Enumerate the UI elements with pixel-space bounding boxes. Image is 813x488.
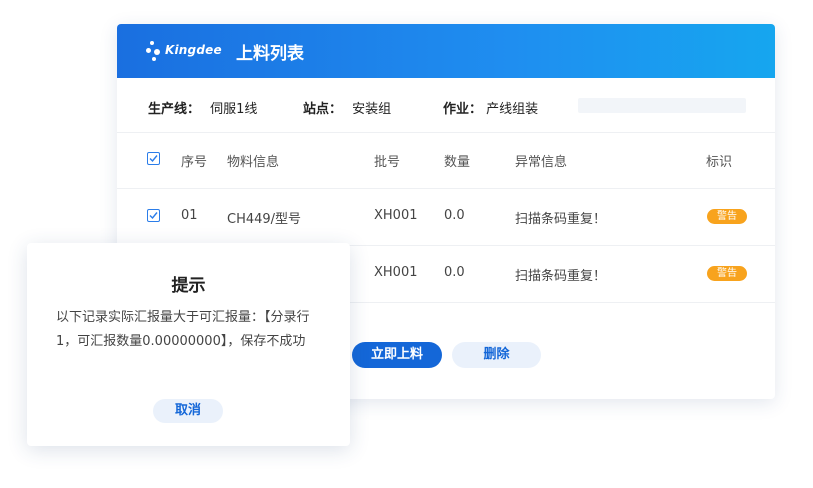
- row-checkbox[interactable]: [147, 209, 160, 222]
- job-label: 作业：: [443, 102, 483, 117]
- row-error: 扫描条码重复！: [515, 269, 607, 284]
- brand-name: Kingdee: [165, 43, 222, 57]
- production-line-filter: 生产线： 伺服1线: [148, 98, 257, 117]
- dialog-message: 以下记录实际汇报量大于可汇报量：【分录行1，可汇报数量0.00000000】，保…: [56, 310, 310, 349]
- warning-badge: 警告: [707, 266, 747, 281]
- table-header: 序号 物料信息 批号 数量 异常信息 标识: [117, 132, 775, 189]
- page-title: 上料列表: [236, 44, 304, 64]
- logo-dot: [146, 48, 151, 53]
- filter-bar: 生产线： 伺服1线 站点： 安装组 作业： 产线组装: [117, 78, 775, 133]
- production-line-label: 生产线：: [148, 102, 201, 117]
- row-seq: 01: [181, 208, 198, 223]
- column-header: 数量: [444, 155, 471, 170]
- alert-dialog: 提示 以下记录实际汇报量大于可汇报量：【分录行1，可汇报数量0.00000000…: [27, 243, 350, 446]
- search-input[interactable]: [578, 98, 746, 113]
- station-label: 站点：: [303, 102, 343, 117]
- row-material: CH449/型号: [227, 212, 302, 227]
- logo-dot: [154, 49, 160, 55]
- column-header: 标识: [706, 155, 733, 170]
- row-qty: 0.0: [444, 265, 465, 280]
- row-batch: XH001: [374, 265, 418, 280]
- load-now-button[interactable]: 立即上料: [352, 342, 442, 368]
- row-batch: XH001: [374, 208, 418, 223]
- column-header: 批号: [374, 155, 401, 170]
- cancel-button[interactable]: 取消: [153, 399, 223, 423]
- column-header: 异常信息: [515, 155, 568, 170]
- logo-dot: [150, 41, 154, 45]
- dialog-title: 提示: [171, 276, 206, 296]
- column-header: 序号: [181, 155, 208, 170]
- row-error: 扫描条码重复！: [515, 212, 607, 227]
- row-qty: 0.0: [444, 208, 465, 223]
- check-icon: [149, 155, 158, 163]
- check-icon: [149, 212, 158, 220]
- delete-button[interactable]: 删除: [452, 342, 541, 368]
- production-line-value: 伺服1线: [210, 102, 258, 117]
- job-value: 产线组装: [486, 102, 539, 117]
- card-header: Kingdee 上料列表: [117, 24, 775, 78]
- warning-badge: 警告: [707, 209, 747, 224]
- station-filter: 站点： 安装组: [303, 98, 391, 117]
- kingdee-logo: Kingdee: [146, 39, 226, 63]
- select-all-checkbox[interactable]: [147, 152, 160, 165]
- station-value: 安装组: [352, 102, 392, 117]
- logo-dot: [152, 57, 156, 61]
- table-row[interactable]: 01 CH449/型号 XH001 0.0 扫描条码重复！ 警告: [117, 189, 775, 246]
- job-filter: 作业： 产线组装: [443, 98, 538, 117]
- column-header: 物料信息: [227, 155, 280, 170]
